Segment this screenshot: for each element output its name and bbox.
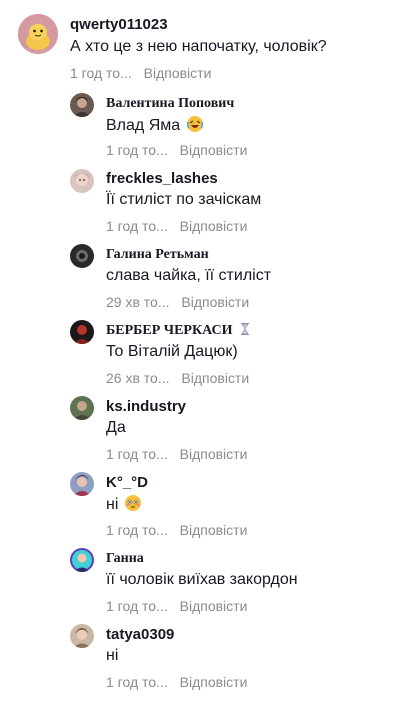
username-text: БЕРБЕР ЧЕРКАСИ [106,323,233,338]
reply-item: ks.industry Да 1 год то... Відповісти [0,392,411,468]
avatar[interactable] [70,396,94,420]
timestamp: 1 год то... [106,218,168,234]
comment-meta: 26 хв то... Відповісти [106,369,249,387]
reply-button[interactable]: Відповісти [180,446,248,462]
reply-button[interactable]: Відповісти [180,598,248,614]
reply-button[interactable]: Відповісти [180,522,248,538]
reply-button[interactable]: Відповісти [180,218,248,234]
reply-button[interactable]: Відповісти [144,65,212,81]
yellow-cartoon-avatar-icon [18,14,58,54]
comment-meta: 1 год то... Відповісти [106,597,247,615]
username[interactable]: Галина Ретьман [106,246,209,264]
comment-text: її чоловік виїхав закордон [106,571,298,588]
comment-text: Да [106,419,126,436]
username[interactable]: qwerty011023 [70,16,168,34]
reply-button[interactable]: Відповісти [181,294,249,310]
comment-meta: 1 год то... Відповісти [106,141,247,159]
avatar[interactable] [18,14,58,54]
comment-meta: 1 год то... Відповісти [70,64,211,82]
reply-item: K°_°D ні 1 год то... Відповісти [0,468,411,544]
user-photo-icon [70,548,94,572]
username[interactable]: freckles_lashes [106,170,218,188]
reply-item: Валентина Попович Влад Яма 1 год то... В… [0,88,411,164]
reply-item: БЕРБЕР ЧЕРКАСИ То Віталій Дацюк) 26 хв т… [0,316,411,392]
comment-meta: 1 год то... Відповісти [106,217,247,235]
comment-text: Влад Яма [106,115,204,136]
username[interactable]: Ганна [106,550,144,568]
timestamp: 1 год то... [106,598,168,614]
username[interactable]: БЕРБЕР ЧЕРКАСИ [106,322,250,340]
avatar[interactable] [70,93,94,117]
reply-button[interactable]: Відповісти [180,674,248,690]
timestamp: 1 год то... [106,142,168,158]
reply-item: Галина Ретьман слава чайка, її стиліст 2… [0,240,411,316]
avatar[interactable] [70,320,94,344]
avatar[interactable] [70,244,94,268]
rolling-laughing-emoji-icon [186,115,204,133]
comment-text: А хто це з нею напочатку, чоловік? [70,38,327,55]
user-photo-icon [70,320,94,344]
reply-button[interactable]: Відповісти [180,142,248,158]
comment-text: ні [106,647,119,664]
avatar[interactable] [70,624,94,648]
username[interactable]: ks.industry [106,398,186,416]
comment-text: Її стиліст по зачіскам [106,191,262,208]
user-photo-icon [70,472,94,496]
timestamp: 1 год то... [70,65,132,81]
avatar[interactable] [70,472,94,496]
user-photo-icon [70,624,94,648]
timestamp: 1 год то... [106,522,168,538]
comment-meta: 29 хв то... Відповісти [106,293,249,311]
avatar[interactable] [70,169,94,193]
reply-item: Ганна її чоловік виїхав закордон 1 год т… [0,544,411,620]
reply-button[interactable]: Відповісти [181,370,249,386]
username[interactable]: Валентина Попович [106,95,234,113]
comment-text: То Віталій Дацюк) [106,343,238,360]
username[interactable]: tatya0309 [106,626,174,644]
user-photo-icon [70,169,94,193]
user-photo-icon [70,244,94,268]
timestamp: 29 хв то... [106,294,170,310]
username[interactable]: K°_°D [106,474,148,492]
comment-top: qwerty011023 А хто це з нею напочатку, ч… [0,0,411,90]
comment-meta: 1 год то... Відповісти [106,673,247,691]
avatar[interactable] [70,548,94,572]
comment-text: слава чайка, її стиліст [106,267,272,284]
flushed-face-emoji-icon [124,494,142,512]
reply-item: freckles_lashes Її стиліст по зачіскам 1… [0,164,411,240]
hourglass-icon [240,323,250,335]
comment-meta: 1 год то... Відповісти [106,445,247,463]
user-photo-icon [70,396,94,420]
user-photo-icon [70,93,94,117]
comment-text-content: ні [106,496,119,513]
timestamp: 26 хв то... [106,370,170,386]
reply-item: tatya0309 ні 1 год то... Відповісти [0,620,411,703]
comment-text: ні [106,494,142,515]
comment-text-content: Влад Яма [106,117,181,134]
timestamp: 1 год то... [106,674,168,690]
comment-meta: 1 год то... Відповісти [106,521,247,539]
timestamp: 1 год то... [106,446,168,462]
